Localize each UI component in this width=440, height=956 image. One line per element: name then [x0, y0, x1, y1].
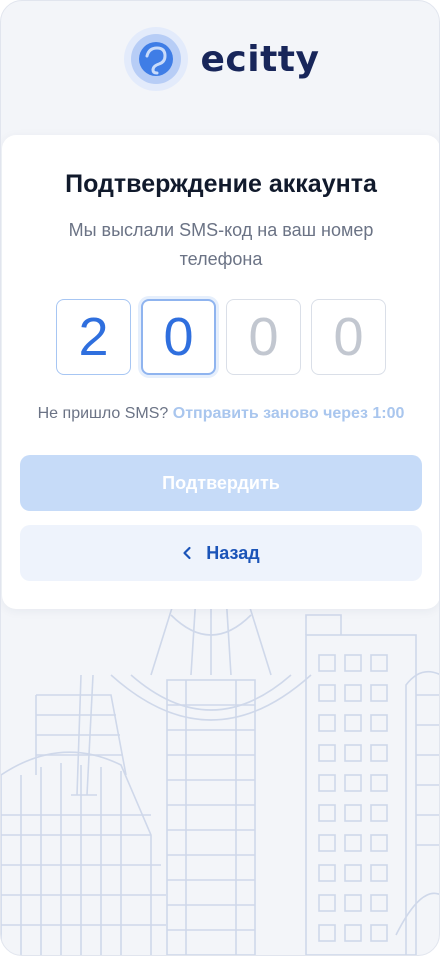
brand-logo: ecitty: [1, 25, 439, 93]
confirm-button[interactable]: Подтвердить: [20, 455, 422, 511]
brand-name: ecitty: [200, 38, 320, 80]
back-button-label: Назад: [206, 542, 260, 563]
resend-prompt: Не пришло SMS?: [37, 405, 169, 422]
verification-card: Подтверждение аккаунта Мы выслали SMS-ко…: [2, 135, 439, 609]
app-screen: ecitty Подтверждение аккаунта Мы выслали…: [0, 0, 440, 956]
page-title: Подтверждение аккаунта: [65, 170, 377, 198]
resend-link[interactable]: Отправить заново через 1:00: [173, 405, 405, 422]
code-digit-input-4[interactable]: 0: [311, 299, 386, 375]
chevron-left-icon: [183, 546, 191, 560]
ecitty-logo-icon: [123, 27, 188, 91]
sms-code-input: 2 0 0 0: [56, 299, 386, 375]
confirm-button-label: Подтвердить: [162, 472, 280, 493]
code-digit-input-2[interactable]: 0: [141, 299, 216, 375]
code-digit-input-1[interactable]: 2: [56, 299, 131, 375]
code-digit-input-3[interactable]: 0: [226, 299, 301, 375]
back-button[interactable]: Назад: [20, 525, 422, 581]
resend-row: Не пришло SMS? Отправить заново через 1:…: [2, 405, 439, 423]
page-subtitle: Мы выслали SMS-код на ваш номер телефона: [68, 220, 374, 269]
